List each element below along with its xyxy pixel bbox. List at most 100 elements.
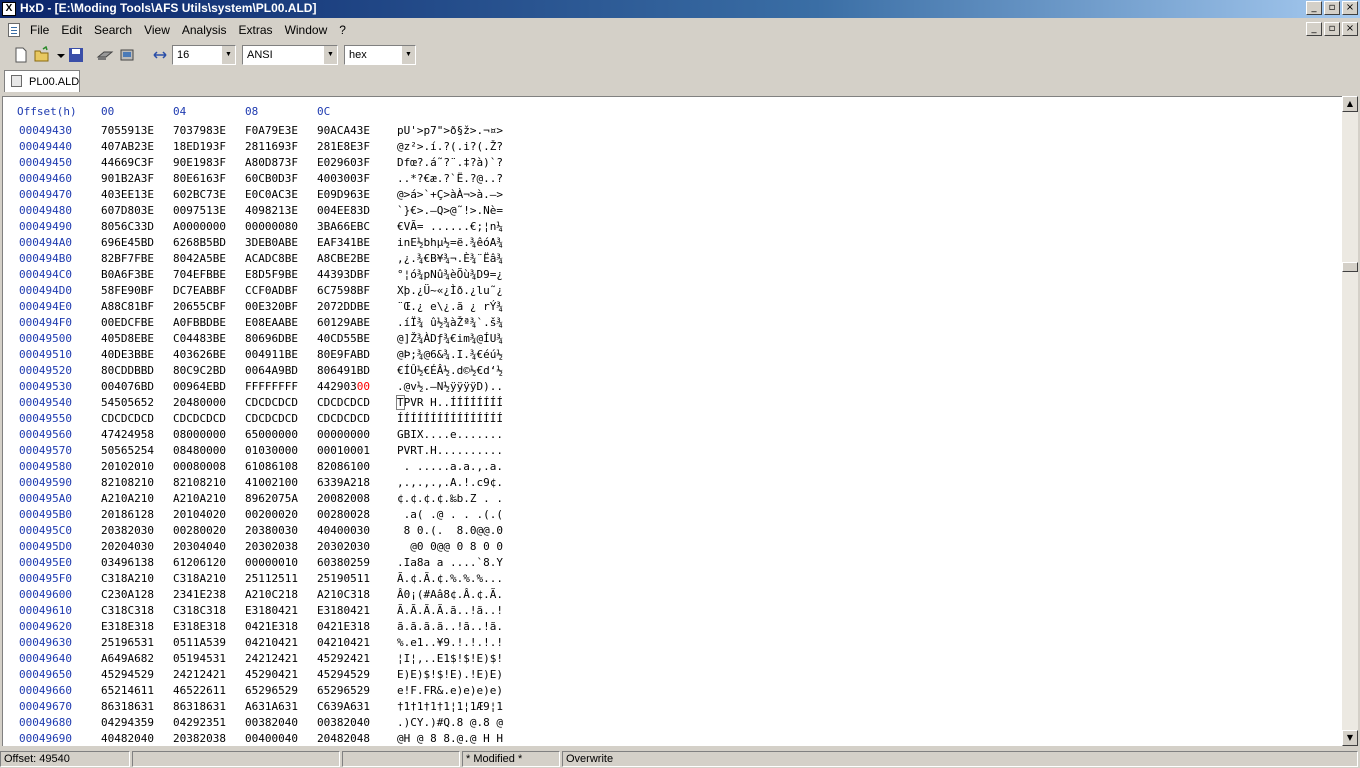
text-cell[interactable]: .Ia8a a ....`8.Y <box>397 555 503 571</box>
text-cell[interactable]: . .....a.a.‚.a. <box>397 459 503 475</box>
hex-cell[interactable]: 04294359 <box>101 715 154 731</box>
text-cell[interactable]: €VÃ= ......€;¦n¼ <box>397 219 503 235</box>
hex-row[interactable]: 00049660 65214611 46522611 65296529 65296529… <box>3 683 603 699</box>
hex-cell[interactable]: 90ACA43E <box>317 123 370 139</box>
hex-cell[interactable]: 08480000 <box>173 443 226 459</box>
disk-icon[interactable] <box>96 46 114 64</box>
text-cell[interactable]: †1†1†1†1¦1¦1Æ9¦1 <box>397 699 503 715</box>
hex-cell[interactable]: CDCDCDCD <box>317 395 370 411</box>
hex-cell[interactable]: 405D8EBE <box>101 331 154 347</box>
hex-cell[interactable]: 86318631 <box>173 699 226 715</box>
text-cell[interactable]: TPVR H..ÍÍÍÍÍÍÍÍ <box>396 395 503 411</box>
menu-analysis[interactable]: Analysis <box>182 23 227 37</box>
hex-row[interactable]: 00049550 CDCDCDCD CDCDCDCD CDCDCDCD CDCDCDCD… <box>3 411 603 427</box>
hex-cell[interactable]: 8042A5BE <box>173 251 226 267</box>
hex-cell[interactable]: 00000080 <box>245 219 298 235</box>
hex-cell[interactable]: 24212421 <box>245 651 298 667</box>
hex-cell[interactable]: 004EE83D <box>317 203 370 219</box>
text-cell[interactable]: ..*?€æ.?`Ë.?@..? <box>397 171 503 187</box>
open-folder-icon[interactable] <box>33 46 51 64</box>
hex-row[interactable]: 000495A0 A210A210 A210A210 8962075A 20082008… <box>3 491 603 507</box>
hex-row[interactable]: 000495D0 20204030 20304040 20302038 20302030… <box>3 539 603 555</box>
text-cell[interactable]: inE½bhµ½=ë.¾êóA¾ <box>397 235 503 251</box>
text-cell[interactable]: .)CY.)#Q.8 @.8 @ <box>397 715 503 731</box>
charset-select[interactable]: ANSI ▼ <box>242 45 338 65</box>
hex-cell[interactable]: 18ED193F <box>173 139 226 155</box>
text-cell[interactable]: pU'>p7">ð§ž>.¬¤> <box>397 123 503 139</box>
hex-cell[interactable]: C318C318 <box>101 603 154 619</box>
hex-row[interactable]: 00049690 40482040 20382038 00400040 20482048… <box>3 731 603 747</box>
hex-cell[interactable]: CDCDCDCD <box>101 411 154 427</box>
hex-cell[interactable]: 04292351 <box>173 715 226 731</box>
hex-cell[interactable]: 58FE90BF <box>101 283 154 299</box>
hex-cell[interactable]: 03496138 <box>101 555 154 571</box>
hex-cell[interactable]: A649A682 <box>101 651 154 667</box>
hex-cell[interactable]: 004076BD <box>101 379 154 395</box>
hex-row[interactable]: 00049510 40DE3BBE 403626BE 004911BE 80E9FABD… <box>3 347 603 363</box>
hex-cell[interactable]: 01030000 <box>245 443 298 459</box>
hex-row[interactable]: 00049440 407AB23E 18ED193F 2811693F 281E8E3F… <box>3 139 603 155</box>
hex-cell[interactable]: A631A631 <box>245 699 298 715</box>
hex-cell[interactable]: B0A6F3BE <box>101 267 154 283</box>
hex-cell[interactable]: 00280028 <box>317 507 370 523</box>
hex-cell[interactable]: 0421E318 <box>317 619 370 635</box>
menu-window[interactable]: Window <box>285 23 328 37</box>
hex-cell[interactable]: 407AB23E <box>101 139 154 155</box>
hex-row[interactable]: 00049630 25196531 0511A539 04210421 04210421… <box>3 635 603 651</box>
hex-cell[interactable]: 7037983E <box>173 123 226 139</box>
hex-cell[interactable]: A210A210 <box>173 491 226 507</box>
hex-cell[interactable]: A0000000 <box>173 219 226 235</box>
hex-cell[interactable]: 0097513E <box>173 203 226 219</box>
hex-cell[interactable]: 704EFBBE <box>173 267 226 283</box>
hex-cell[interactable]: E318E318 <box>101 619 154 635</box>
hex-cell[interactable]: 2341E238 <box>173 587 226 603</box>
scroll-down-icon[interactable]: ▼ <box>1342 730 1358 746</box>
hex-cell[interactable]: 45290421 <box>245 667 298 683</box>
hex-cell[interactable]: E3180421 <box>317 603 370 619</box>
hex-cell[interactable]: CDCDCDCD <box>245 411 298 427</box>
text-cell[interactable]: @Þ;¾@6&¾.I.¾€éú½ <box>397 347 503 363</box>
hex-cell[interactable]: C230A128 <box>101 587 154 603</box>
doc-close-button[interactable]: × <box>1342 22 1358 36</box>
hex-cell[interactable]: 403626BE <box>173 347 226 363</box>
hex-cell[interactable]: 86318631 <box>101 699 154 715</box>
hex-cell[interactable]: A80D873F <box>245 155 298 171</box>
hex-cell[interactable]: 00080008 <box>173 459 226 475</box>
text-cell[interactable]: @z²>.í.?(.i?(.Ž? <box>397 139 503 155</box>
hex-cell[interactable]: A88C81BF <box>101 299 154 315</box>
hex-row[interactable]: 00049680 04294359 04292351 00382040 00382040… <box>3 715 603 731</box>
hex-row[interactable]: 00049570 50565254 08480000 01030000 00010001… <box>3 443 603 459</box>
hex-cell[interactable]: 40CD55BE <box>317 331 370 347</box>
hex-cell[interactable]: E318E318 <box>173 619 226 635</box>
hex-cell[interactable]: DC7EABBF <box>173 283 226 299</box>
text-cell[interactable]: 8 0.(. 8.0@@.0 <box>397 523 503 539</box>
hex-cell[interactable]: 04210421 <box>245 635 298 651</box>
hex-cell[interactable]: E0C0AC3E <box>245 187 298 203</box>
hex-cell[interactable]: A0FBBDBE <box>173 315 226 331</box>
hex-row[interactable]: 000494A0 696E45BD 6268B5BD 3DEB0ABE EAF341BE… <box>3 235 603 251</box>
hex-cell[interactable]: 901B2A3F <box>101 171 154 187</box>
tab-pl00-ald[interactable]: PL00.ALD <box>4 70 80 92</box>
hex-cell[interactable]: E029603F <box>317 155 370 171</box>
hex-cell[interactable]: 607D803E <box>101 203 154 219</box>
vertical-scrollbar[interactable]: ▲ ▼ <box>1342 96 1358 746</box>
hex-cell[interactable]: 00010001 <box>317 443 370 459</box>
hex-row[interactable]: 00049640 A649A682 05194531 24212421 45292421… <box>3 651 603 667</box>
text-cell[interactable]: %.e1..¥9.!.!.!.! <box>397 635 503 651</box>
hex-cell[interactable]: C318A210 <box>101 571 154 587</box>
hex-cell[interactable]: 0064A9BD <box>245 363 298 379</box>
hex-cell[interactable]: 00E320BF <box>245 299 298 315</box>
hex-cell[interactable]: 82108210 <box>101 475 154 491</box>
hex-cell[interactable]: 05194531 <box>173 651 226 667</box>
hex-cell[interactable]: 00200020 <box>245 507 298 523</box>
hex-row[interactable]: 00049560 47424958 08000000 65000000 00000000… <box>3 427 603 443</box>
hex-cell[interactable]: 3DEB0ABE <box>245 235 298 251</box>
scroll-thumb[interactable] <box>1342 262 1358 272</box>
hex-row[interactable]: 00049450 44669C3F 90E1983F A80D873F E029603F… <box>3 155 603 171</box>
hex-cell[interactable]: 80696DBE <box>245 331 298 347</box>
hex-cell[interactable]: 65000000 <box>245 427 298 443</box>
hex-cell[interactable]: F0A79E3E <box>245 123 298 139</box>
hex-cell[interactable]: 44393DBF <box>317 267 370 283</box>
text-cell[interactable]: ¢.¢.¢.¢.‰b.Z . . <box>397 491 503 507</box>
text-cell[interactable]: @]Ž¾ÀDƒ¾€im¾@ÍU¾ <box>397 331 503 347</box>
